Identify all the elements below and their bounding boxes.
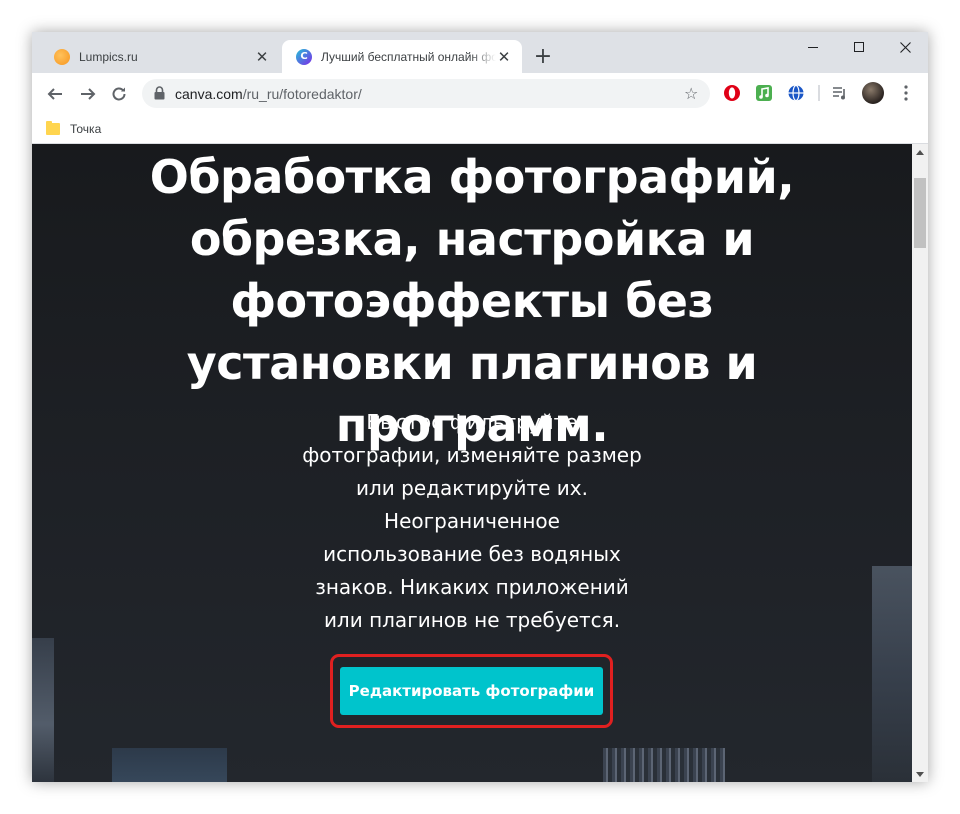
opera-icon[interactable] xyxy=(722,83,742,103)
bookmark-label: Точка xyxy=(70,122,102,136)
forward-arrow-icon xyxy=(81,88,96,100)
url-path: /ru_ru/fotoredaktor/ xyxy=(242,86,362,102)
reload-icon xyxy=(112,87,126,101)
vpn-globe-icon[interactable] xyxy=(786,83,806,103)
back-arrow-icon xyxy=(47,88,62,100)
tab-lumpics[interactable]: Lumpics.ru ✕ xyxy=(40,40,280,73)
background-photo xyxy=(603,748,725,782)
tab-title: Лучший бесплатный онлайн фо xyxy=(321,49,496,64)
profile-avatar[interactable] xyxy=(862,82,884,104)
browser-toolbar: canva.com/ru_ru/fotoredaktor/ ☆ xyxy=(32,73,928,114)
background-photo xyxy=(32,638,54,782)
url-text[interactable]: canva.com/ru_ru/fotoredaktor/ xyxy=(175,86,362,102)
page-content: Обработка фотографий, обрезка, настройка… xyxy=(32,144,912,782)
background-photo xyxy=(112,748,227,782)
folder-icon xyxy=(46,121,60,135)
forward-button[interactable] xyxy=(75,81,101,107)
scroll-down-arrow-icon[interactable] xyxy=(912,766,928,782)
scroll-up-arrow-icon[interactable] xyxy=(912,144,928,160)
minimize-button[interactable] xyxy=(790,32,836,62)
close-window-button[interactable] xyxy=(882,32,928,62)
tab-canva[interactable]: C Лучший бесплатный онлайн фо ✕ xyxy=(282,40,522,73)
bookmark-star-icon[interactable]: ☆ xyxy=(684,84,698,103)
music-icon[interactable] xyxy=(754,83,774,103)
minimize-icon xyxy=(808,46,818,48)
lock-icon xyxy=(154,86,165,105)
page-description: Быстро фильтруйте фотографии, изменяйте … xyxy=(302,410,642,632)
bookmarks-bar: Точка xyxy=(32,114,928,144)
canva-favicon-icon: C xyxy=(296,48,312,65)
scroll-thumb[interactable] xyxy=(914,178,926,248)
address-bar[interactable]: canva.com/ru_ru/fotoredaktor/ ☆ xyxy=(142,79,710,108)
maximize-icon xyxy=(854,42,864,52)
menu-icon[interactable] xyxy=(896,83,916,103)
lumpics-favicon-icon xyxy=(54,48,70,65)
tab-title: Lumpics.ru xyxy=(79,49,138,64)
close-icon xyxy=(899,41,911,53)
close-tab-icon[interactable]: ✕ xyxy=(496,49,512,65)
tab-strip: Lumpics.ru ✕ C Лучший бесплатный онлайн … xyxy=(32,32,928,73)
url-host: canva.com xyxy=(175,86,243,102)
close-tab-icon[interactable]: ✕ xyxy=(254,49,270,65)
new-tab-button[interactable]: + xyxy=(532,46,554,68)
highlight-frame: Редактировать фотографии xyxy=(330,654,613,728)
background-photo xyxy=(872,566,912,782)
media-control-icon[interactable] xyxy=(830,83,850,103)
reload-button[interactable] xyxy=(106,81,132,107)
maximize-button[interactable] xyxy=(836,32,882,62)
toolbar-divider xyxy=(818,85,820,101)
edit-photos-button[interactable]: Редактировать фотографии xyxy=(340,667,603,715)
browser-window: Lumpics.ru ✕ C Лучший бесплатный онлайн … xyxy=(32,32,928,782)
back-button[interactable] xyxy=(42,81,68,107)
bookmark-tochka[interactable]: Точка xyxy=(46,119,101,139)
vertical-scrollbar[interactable] xyxy=(912,144,928,782)
